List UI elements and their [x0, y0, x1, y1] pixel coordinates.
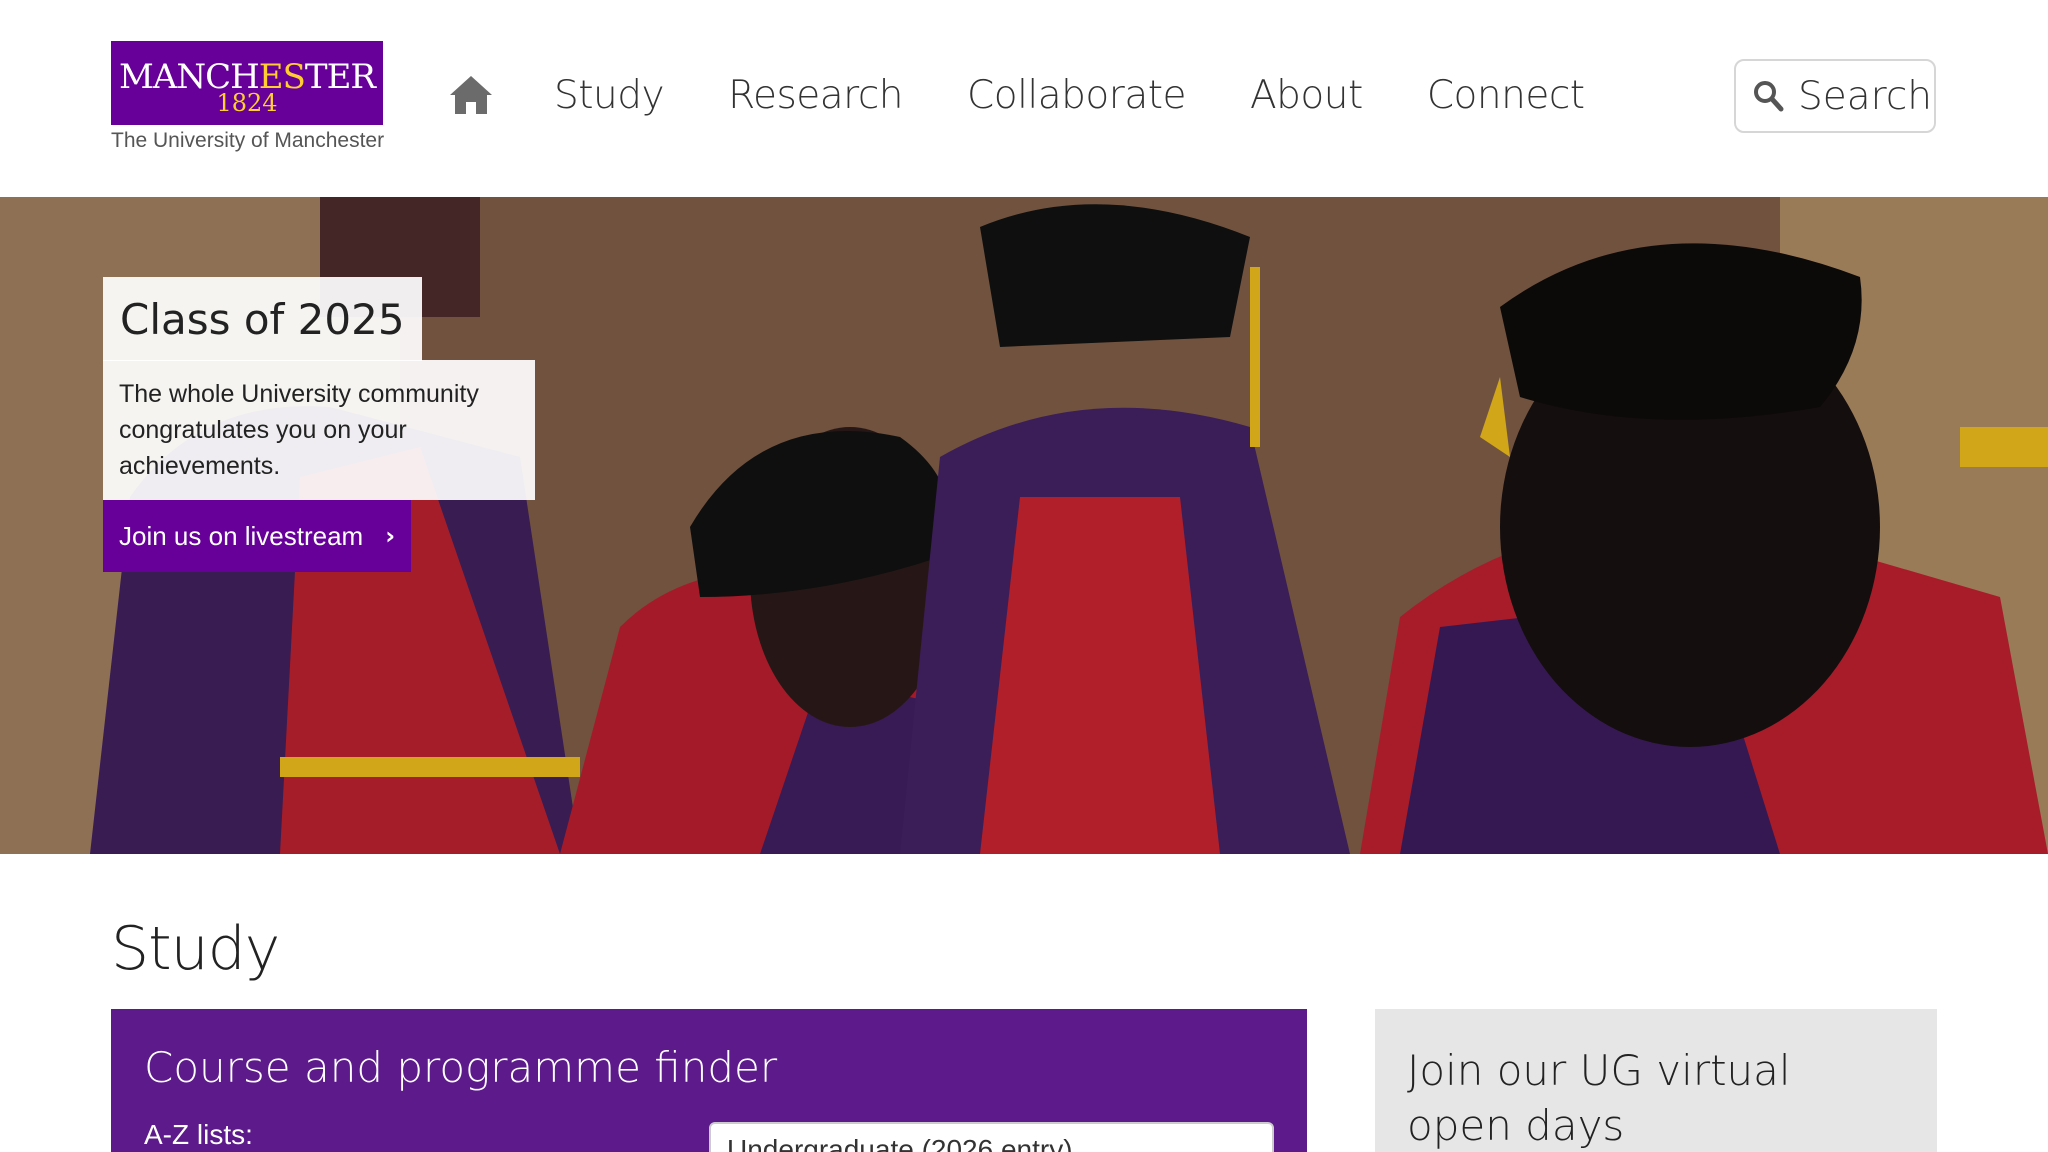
- site-header: MANCHESTER 1824 The University of Manche…: [0, 0, 2048, 197]
- search-label: Search: [1798, 73, 1932, 119]
- home-icon[interactable]: [448, 71, 496, 119]
- search-button[interactable]: Search: [1734, 59, 1936, 133]
- nav-item-collaborate[interactable]: Collaborate: [967, 73, 1187, 118]
- hero-text: The whole University community congratul…: [119, 380, 479, 480]
- search-icon: [1754, 81, 1784, 112]
- course-level-select[interactable]: Undergraduate (2026 entry) ⌄: [709, 1122, 1274, 1152]
- logo-box: MANCHESTER 1824: [111, 41, 383, 125]
- open-days-title: Join our UG virtual open days: [1407, 1046, 1791, 1150]
- open-days-panel[interactable]: Join our UG virtual open days: [1375, 1009, 1937, 1152]
- chevron-down-icon: ⌄: [1239, 1138, 1258, 1152]
- hero-text-box: The whole University community congratul…: [103, 360, 535, 500]
- university-logo[interactable]: MANCHESTER 1824 The University of Manche…: [111, 41, 384, 153]
- chevron-right-icon: ›: [385, 522, 396, 550]
- nav-item-research[interactable]: Research: [728, 73, 903, 118]
- course-level-selected: Undergraduate (2026 entry): [727, 1134, 1073, 1152]
- main-nav: Study Research Collaborate About Connect: [448, 60, 1649, 130]
- livestream-button-label: Join us on livestream: [119, 520, 364, 551]
- study-section-title: Study: [111, 914, 280, 984]
- nav-item-study[interactable]: Study: [554, 73, 665, 118]
- hero-title: Class of 2025: [120, 294, 405, 344]
- logo-year: 1824: [216, 89, 278, 117]
- livestream-button[interactable]: Join us on livestream ›: [103, 500, 412, 572]
- course-finder-title: Course and programme finder: [144, 1043, 778, 1092]
- logo-subtitle: The University of Manchester: [111, 129, 385, 152]
- hero-banner: Class of 2025 The whole University commu…: [0, 197, 2048, 854]
- nav-item-connect[interactable]: Connect: [1427, 73, 1585, 118]
- course-finder: Course and programme finder A-Z lists: U…: [111, 1009, 1307, 1152]
- nav-item-about[interactable]: About: [1250, 73, 1363, 118]
- az-lists-label: A-Z lists:: [144, 1119, 253, 1150]
- hero-title-box: Class of 2025: [103, 277, 422, 361]
